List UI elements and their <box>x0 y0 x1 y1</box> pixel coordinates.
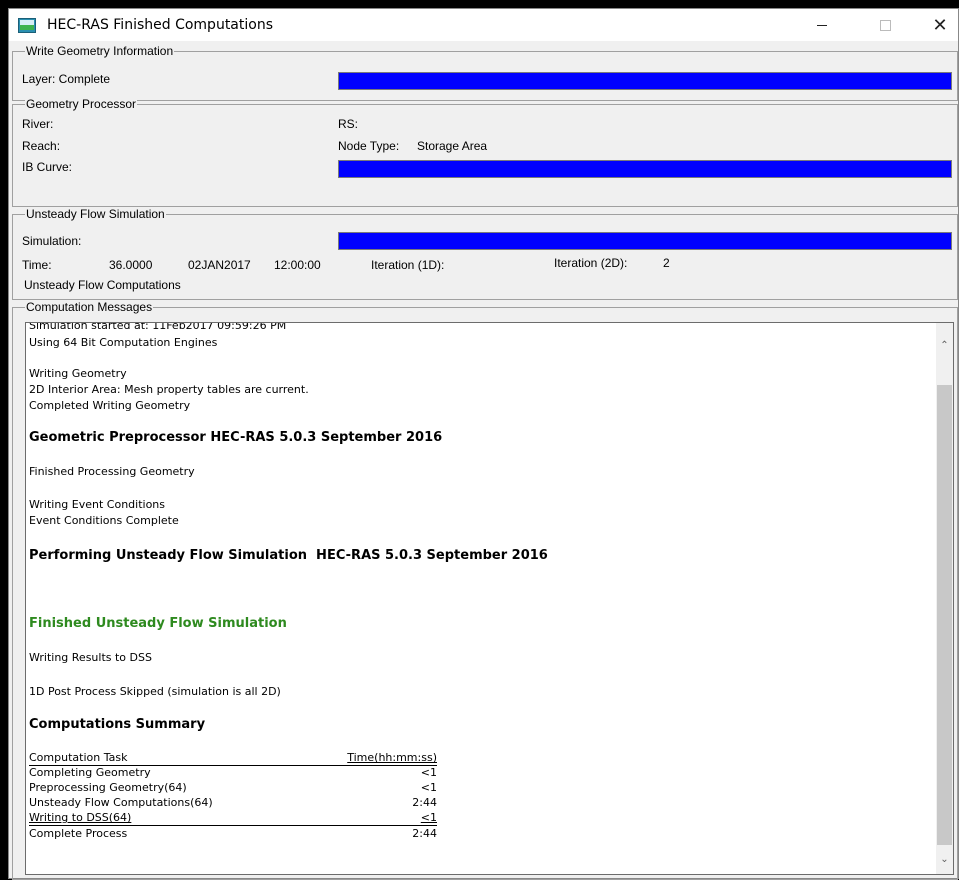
summary-total-task: Complete Process <box>29 827 128 840</box>
summary-task-header: Computation Task <box>29 751 128 764</box>
summary-task: Completing Geometry <box>29 766 151 779</box>
summary-total-row: Complete Process 2:44 <box>29 827 437 840</box>
hec-ras-app-icon <box>18 18 36 33</box>
time-value: 36.0000 <box>109 258 153 272</box>
scroll-up-button[interactable]: ⌃ <box>936 337 953 354</box>
message-line: 1D Post Process Skipped (simulation is a… <box>29 685 281 698</box>
write-geometry-progress-bar <box>338 72 952 90</box>
message-line: Writing Event Conditions <box>29 498 166 511</box>
message-line: 2D Interior Area: Mesh property tables a… <box>29 383 309 396</box>
summary-row: Preprocessing Geometry(64) <1 <box>29 781 437 794</box>
message-line: Completed Writing Geometry <box>29 399 191 412</box>
computation-messages-group-label: Computation Messages <box>25 300 154 314</box>
summary-row: Writing to DSS(64) <1 <box>29 811 437 824</box>
summary-row: Unsteady Flow Computations(64) 2:44 <box>29 796 437 809</box>
clock-value: 12:00:00 <box>274 258 321 272</box>
summary-time: 2:44 <box>412 796 437 809</box>
finished-simulation-message: Finished Unsteady Flow Simulation <box>29 616 287 631</box>
summary-time: <1 <box>420 811 437 824</box>
geometry-processor-progress-bar <box>338 160 952 178</box>
summary-header-row: Computation Task Time(hh:mm:ss) <box>29 751 437 764</box>
maximize-button[interactable] <box>862 9 908 41</box>
date-value: 02JAN2017 <box>188 258 251 272</box>
geometry-processor-progress-fill <box>339 161 951 177</box>
title-bar[interactable]: HEC-RAS Finished Computations ✕ <box>9 9 958 41</box>
river-label: River: <box>22 117 54 131</box>
message-line: Writing Geometry <box>29 367 127 380</box>
summary-time: <1 <box>420 781 437 794</box>
write-geometry-progress-fill <box>339 73 951 89</box>
message-line: Simulation started at: 11Feb2017 09:59:2… <box>29 322 287 332</box>
minimize-icon <box>817 24 827 26</box>
computation-messages-textbox[interactable]: Simulation started at: 11Feb2017 09:59:2… <box>25 322 954 875</box>
close-button[interactable]: ✕ <box>917 9 959 41</box>
iteration-1d-label: Iteration (1D): <box>371 258 445 272</box>
summary-time: <1 <box>420 766 437 779</box>
node-type-label: Node Type: <box>338 139 400 153</box>
close-icon: ✕ <box>932 14 948 36</box>
layer-status-label: Layer: Complete <box>22 72 111 86</box>
reach-label: Reach: <box>22 139 61 153</box>
maximize-icon <box>879 19 891 31</box>
scroll-down-button[interactable]: ⌄ <box>936 851 953 868</box>
messages-vertical-scrollbar[interactable]: ⌃ ⌄ <box>936 323 953 874</box>
unsteady-flow-group: Unsteady Flow Simulation Simulation: Tim… <box>12 207 958 300</box>
scrollbar-thumb[interactable] <box>937 385 952 845</box>
rs-label: RS: <box>338 117 359 131</box>
message-line: Using 64 Bit Computation Engines <box>29 336 218 349</box>
geometry-processor-group: Geometry Processor River: Reach: IB Curv… <box>12 97 958 207</box>
message-line: Writing Results to DSS <box>29 651 152 664</box>
window-title: HEC-RAS Finished Computations <box>47 17 273 33</box>
summary-task: Writing to DSS(64) <box>29 811 132 824</box>
geometry-processor-group-label: Geometry Processor <box>25 97 138 111</box>
simulation-progress-fill <box>339 233 951 249</box>
message-line: Event Conditions Complete <box>29 514 179 527</box>
summary-task: Preprocessing Geometry(64) <box>29 781 187 794</box>
summary-heading: Computations Summary <box>29 717 206 732</box>
simulation-label: Simulation: <box>22 234 82 248</box>
message-heading: Geometric Preprocessor HEC-RAS 5.0.3 Sep… <box>29 430 443 445</box>
unsteady-flow-group-label: Unsteady Flow Simulation <box>25 207 166 221</box>
unsteady-status-text: Unsteady Flow Computations <box>24 278 181 292</box>
message-line: Finished Processing Geometry <box>29 465 195 478</box>
finished-computations-window: HEC-RAS Finished Computations ✕ Write Ge… <box>8 8 959 880</box>
chevron-up-icon: ⌃ <box>940 340 949 351</box>
minimize-button[interactable] <box>799 9 845 41</box>
summary-total-time: 2:44 <box>412 827 437 840</box>
computation-messages-group: Computation Messages Simulation started … <box>12 300 958 880</box>
summary-row: Completing Geometry <1 <box>29 766 437 779</box>
iteration-2d-label: Iteration (2D): <box>554 256 628 270</box>
ib-curve-label: IB Curve: <box>22 160 73 174</box>
message-heading: Performing Unsteady Flow Simulation HEC-… <box>29 548 548 563</box>
write-geometry-group-label: Write Geometry Information <box>25 44 175 58</box>
time-label: Time: <box>22 258 52 272</box>
node-type-value: Storage Area <box>417 139 488 153</box>
summary-divider <box>29 825 437 826</box>
write-geometry-group: Write Geometry Information Layer: Comple… <box>12 44 958 101</box>
chevron-down-icon: ⌄ <box>940 854 949 865</box>
summary-task: Unsteady Flow Computations(64) <box>29 796 213 809</box>
summary-time-header: Time(hh:mm:ss) <box>347 751 437 764</box>
simulation-progress-bar <box>338 232 952 250</box>
iteration-2d-value: 2 <box>663 256 670 270</box>
